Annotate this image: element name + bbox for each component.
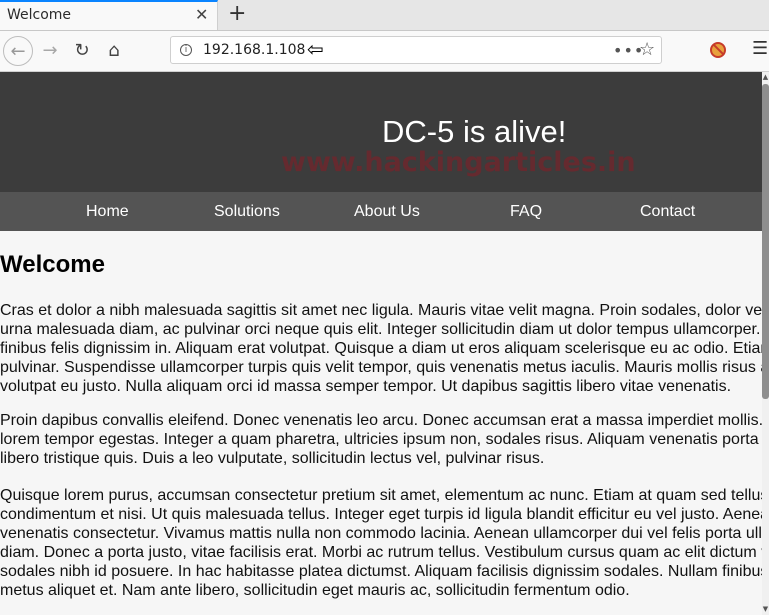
- paragraph-line: volutpat eu justo. Nulla aliquam orci id…: [0, 378, 732, 395]
- nav-link-about-us[interactable]: About Us: [354, 203, 420, 221]
- mouse-cursor-icon: ⇦: [307, 37, 324, 61]
- navigation-toolbar: ← → ↻ ⌂ i 192.168.1.108 ⇦ ••• ☆ ☰: [0, 31, 769, 72]
- paragraph-line: Quisque lorem purus, accumsan consectetu…: [0, 487, 762, 504]
- paragraph-line: Cras et dolor a nibh malesuada sagittis …: [0, 302, 762, 319]
- nav-link-contact[interactable]: Contact: [640, 203, 695, 221]
- paragraph-line: metus aliquet et. Nam ante libero, solli…: [0, 582, 630, 599]
- nav-link-home[interactable]: Home: [86, 203, 129, 221]
- new-tab-icon[interactable]: +: [228, 1, 246, 27]
- paragraph-line: urna malesuada diam, ac pulvinar orci ne…: [0, 321, 762, 338]
- paragraph-line: libero tristique quis. Duis a leo vulput…: [0, 450, 545, 467]
- hamburger-menu-icon[interactable]: ☰: [752, 38, 768, 59]
- paragraph-3: Quisque lorem purus, accumsan consectetu…: [0, 486, 762, 600]
- extension-icon[interactable]: [710, 42, 726, 58]
- nav-link-faq[interactable]: FAQ: [510, 203, 542, 221]
- back-arrow-icon[interactable]: ←: [3, 36, 33, 66]
- scroll-down-icon[interactable]: ▼: [762, 605, 769, 613]
- forward-arrow-icon[interactable]: →: [36, 36, 64, 64]
- tab-welcome[interactable]: Welcome ✕: [0, 0, 218, 30]
- paragraph-line: pulvinar. Suspendisse ullamcorper turpis…: [0, 359, 762, 376]
- watermark: www.hackingarticles.in: [281, 147, 636, 178]
- page-heading: Welcome: [0, 251, 105, 278]
- paragraph-line: finibus felis dignissim in. Aliquam erat…: [0, 340, 762, 357]
- tab-strip: Welcome ✕ +: [0, 0, 769, 31]
- paragraph-line: diam. Donec a porta justo, vitae facilis…: [0, 544, 762, 561]
- url-text[interactable]: 192.168.1.108: [203, 42, 305, 58]
- site-nav: Home Solutions About Us FAQ Contact: [0, 192, 769, 231]
- page-viewport: DC-5 is alive! www.hackingarticles.in Ho…: [0, 72, 769, 615]
- paragraph-1: Cras et dolor a nibh malesuada sagittis …: [0, 301, 762, 396]
- home-icon[interactable]: ⌂: [100, 36, 128, 64]
- tab-title: Welcome: [7, 7, 72, 23]
- main-content: Welcome Cras et dolor a nibh malesuada s…: [0, 231, 762, 615]
- address-bar[interactable]: i 192.168.1.108 ⇦ ••• ☆: [170, 36, 662, 64]
- bookmark-star-icon[interactable]: ☆: [639, 39, 655, 60]
- reload-icon[interactable]: ↻: [68, 36, 96, 64]
- site-title: DC-5 is alive!: [382, 114, 567, 149]
- paragraph-line: lorem tempor egestas. Integer a quam pha…: [0, 431, 762, 448]
- paragraph-line: sodales nibh id posuere. In hac habitass…: [0, 563, 762, 580]
- paragraph-line: venenatis consectetur. Vivamus mattis nu…: [0, 525, 762, 542]
- nav-link-solutions[interactable]: Solutions: [214, 203, 280, 221]
- scroll-up-icon[interactable]: ▲: [762, 73, 769, 81]
- paragraph-2: Proin dapibus convallis eleifend. Donec …: [0, 411, 762, 468]
- site-header: DC-5 is alive! www.hackingarticles.in: [0, 72, 769, 192]
- site-info-icon[interactable]: i: [180, 44, 192, 56]
- paragraph-line: Proin dapibus convallis eleifend. Donec …: [0, 412, 762, 429]
- close-tab-icon[interactable]: ✕: [195, 6, 208, 24]
- vertical-scrollbar[interactable]: ▲ ▼: [762, 72, 769, 615]
- paragraph-line: condimentum et nisi. Ut quis malesuada t…: [0, 506, 762, 523]
- scrollbar-thumb[interactable]: [762, 84, 769, 399]
